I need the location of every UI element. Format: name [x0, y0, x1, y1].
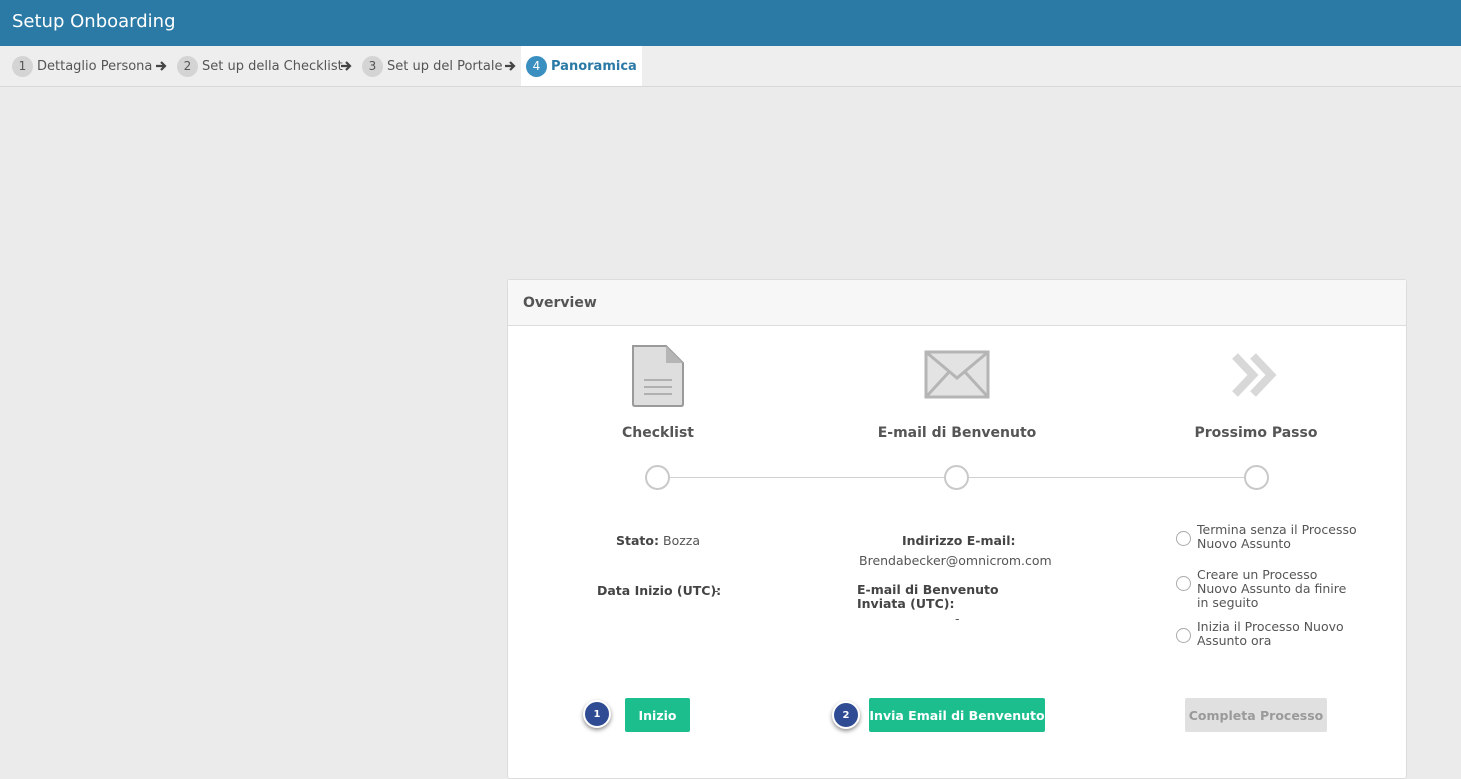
- option-label: Creare un Processo Nuovo Assunto da fini…: [1197, 567, 1347, 610]
- step-number: 2: [177, 55, 198, 77]
- radio-button[interactable]: [1176, 531, 1191, 546]
- arrow-right-icon: [341, 61, 352, 71]
- timeline-node-next-step: [1244, 465, 1269, 490]
- step-dettaglio-persona[interactable]: 1 Dettaglio Persona: [12, 46, 152, 86]
- start-date-value: -: [714, 583, 719, 598]
- step-number: 4: [526, 55, 547, 77]
- wizard-steps: 1 Dettaglio Persona 2 Set up della Check…: [0, 46, 1461, 87]
- checklist-title: Checklist: [622, 425, 694, 441]
- panel-header: [508, 280, 1406, 326]
- timeline-node-email: [944, 465, 969, 490]
- option-label: Termina senza il Processo Nuovo Assunto: [1197, 522, 1357, 551]
- option-create-process-later[interactable]: Creare un Processo Nuovo Assunto da fini…: [1176, 568, 1357, 610]
- complete-process-button[interactable]: Completa Processo: [1185, 698, 1327, 732]
- email-sent-value: -: [955, 611, 960, 626]
- top-bar: Setup Onboarding: [0, 0, 1461, 46]
- step-label: Panoramica: [551, 58, 637, 74]
- option-end-without-process[interactable]: Termina senza il Processo Nuovo Assunto: [1176, 523, 1357, 551]
- document-icon: [632, 345, 684, 407]
- start-date-label: Data Inizio (UTC):: [597, 583, 722, 598]
- arrow-right-icon: [505, 61, 516, 71]
- option-label: Inizia il Processo Nuovo Assunto ora: [1197, 619, 1344, 648]
- step-label: Dettaglio Persona: [37, 58, 153, 74]
- timeline-node-checklist: [645, 465, 670, 490]
- next-step-title: Prossimo Passo: [1194, 425, 1318, 441]
- start-button[interactable]: Inizio: [625, 698, 690, 732]
- radio-button[interactable]: [1176, 628, 1191, 643]
- radio-button[interactable]: [1176, 576, 1191, 591]
- step-checklist[interactable]: 2 Set up della Checklist: [177, 46, 343, 86]
- email-sent-label: E-mail di Benvenuto Inviata (UTC):: [857, 582, 999, 611]
- arrow-right-icon: [156, 61, 167, 71]
- envelope-icon: [924, 350, 990, 399]
- email-address-value: Brendabecker@omnicrom.com: [859, 553, 1052, 568]
- panel-title: Overview: [523, 295, 597, 311]
- email-title: E-mail di Benvenuto: [877, 425, 1037, 441]
- option-start-process-now[interactable]: Inizia il Processo Nuovo Assunto ora: [1176, 620, 1357, 648]
- step-number: 3: [362, 55, 383, 77]
- send-welcome-email-button[interactable]: Invia Email di Benvenuto: [869, 698, 1045, 732]
- step-label: Set up del Portale: [387, 58, 503, 74]
- step-badge-1: 1: [583, 700, 611, 728]
- step-panoramica[interactable]: 4 Panoramica: [521, 46, 642, 86]
- double-chevron-right-icon: [1232, 353, 1277, 397]
- status-label: Stato:: [616, 533, 659, 548]
- status-value: Bozza: [663, 533, 701, 548]
- email-address-label: Indirizzo E-mail:: [902, 533, 1016, 548]
- step-number: 1: [12, 55, 33, 77]
- step-badge-2: 2: [832, 701, 860, 729]
- page-title: Setup Onboarding: [12, 11, 176, 32]
- overview-panel: Overview Checklist E-mail di Benvenuto P…: [507, 279, 1407, 779]
- step-label: Set up della Checklist: [202, 58, 343, 74]
- step-portale[interactable]: 3 Set up del Portale: [362, 46, 502, 86]
